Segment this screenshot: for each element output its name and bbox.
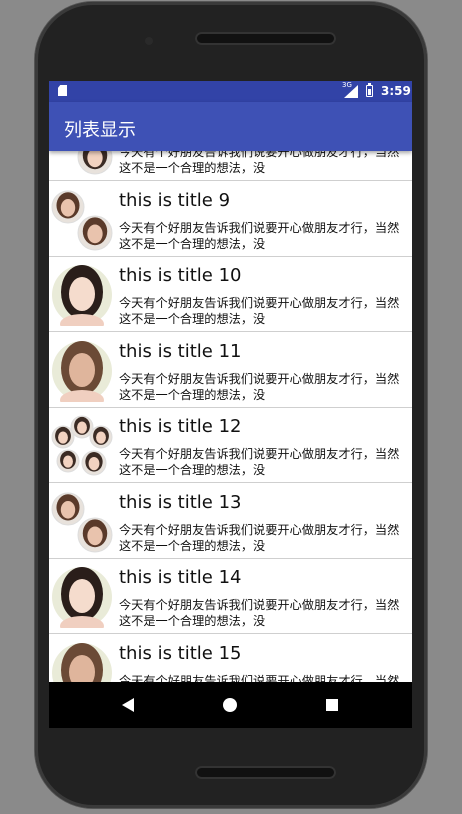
item-description: 今天有个好朋友告诉我们说要开心做朋友才行，当然这不是一个合理的想法，没 bbox=[119, 371, 400, 402]
item-title: this is title 12 bbox=[119, 416, 242, 437]
sd-card-icon bbox=[58, 85, 67, 96]
avatar-image bbox=[51, 264, 113, 326]
list-item[interactable]: this is title 15 今天有个好朋友告诉我们说要开心做朋友才行，当然这… bbox=[49, 634, 412, 683]
item-title: this is title 11 bbox=[119, 340, 242, 362]
item-title: this is title 14 bbox=[119, 567, 242, 588]
list-item[interactable]: this is title 10 今天有个好朋友告诉我们说要开心做朋友才行，当然这… bbox=[49, 257, 412, 332]
item-description: 今天有个好朋友告诉我们说要开心做朋友才行，当然这不是一个合理的想法，没 bbox=[119, 296, 400, 326]
item-description: 今天有个好朋友告诉我们说要开心做朋友才行，当然这不是一个合理的想法，没 bbox=[119, 673, 400, 683]
phone-screen: 3G 3:59 列表显示 this is title 8今天有个好朋友告诉我们说… bbox=[49, 81, 412, 728]
list-item[interactable]: this is title 13 今天有个好朋友告诉我们说要开心做朋友才行，当然这… bbox=[49, 483, 412, 559]
avatar-image bbox=[51, 340, 113, 402]
list-item[interactable]: this is title 14 今天有个好朋友告诉我们说要开心做朋友才行，当然这… bbox=[49, 559, 412, 634]
item-title: this is title 13 bbox=[119, 491, 242, 513]
navigation-bar bbox=[49, 682, 412, 728]
back-icon[interactable] bbox=[122, 698, 134, 712]
item-title: this is title 10 bbox=[119, 265, 242, 286]
list-item[interactable]: this is title 9 今天有个好朋友告诉我们说要开心做朋友才行，当然这不… bbox=[49, 181, 412, 257]
app-bar: 列表显示 bbox=[49, 102, 412, 151]
avatar-image bbox=[51, 642, 113, 682]
item-description: 今天有个好朋友告诉我们说要开心做朋友才行，当然这不是一个合理的想法，没 bbox=[119, 598, 400, 628]
front-camera bbox=[145, 37, 153, 45]
item-description: 今天有个好朋友告诉我们说要开心做朋友才行，当然这不是一个合理的想法，没 bbox=[119, 151, 400, 175]
list-item[interactable]: this is title 12 今天有个好朋友告诉我们说要开心做朋友才行，当然这… bbox=[49, 408, 412, 483]
avatar-image bbox=[51, 566, 113, 628]
item-title: this is title 9 bbox=[119, 189, 231, 211]
item-list[interactable]: this is title 8今天有个好朋友告诉我们说要开心做朋友才行，当然这不… bbox=[49, 151, 412, 682]
list-item[interactable]: this is title 8今天有个好朋友告诉我们说要开心做朋友才行，当然这不… bbox=[49, 151, 412, 181]
battery-icon bbox=[366, 83, 373, 97]
recents-icon[interactable] bbox=[326, 699, 338, 711]
app-title: 列表显示 bbox=[64, 120, 136, 141]
avatar-image bbox=[51, 189, 113, 251]
avatar-image bbox=[51, 415, 113, 477]
bottom-speaker bbox=[195, 766, 336, 779]
top-speaker bbox=[195, 32, 336, 45]
item-description: 今天有个好朋友告诉我们说要开心做朋友才行，当然这不是一个合理的想法，没 bbox=[119, 522, 400, 553]
home-icon[interactable] bbox=[223, 698, 237, 712]
avatar-image bbox=[51, 491, 113, 553]
status-bar: 3G 3:59 bbox=[49, 81, 412, 102]
signal-icon bbox=[344, 85, 358, 98]
status-time: 3:59 bbox=[381, 84, 411, 98]
list-item[interactable]: this is title 11 今天有个好朋友告诉我们说要开心做朋友才行，当然这… bbox=[49, 332, 412, 408]
item-description: 今天有个好朋友告诉我们说要开心做朋友才行，当然这不是一个合理的想法，没 bbox=[119, 447, 400, 477]
avatar-image bbox=[51, 151, 113, 175]
item-description: 今天有个好朋友告诉我们说要开心做朋友才行，当然这不是一个合理的想法，没 bbox=[119, 220, 400, 251]
item-title: this is title 15 bbox=[119, 642, 242, 664]
